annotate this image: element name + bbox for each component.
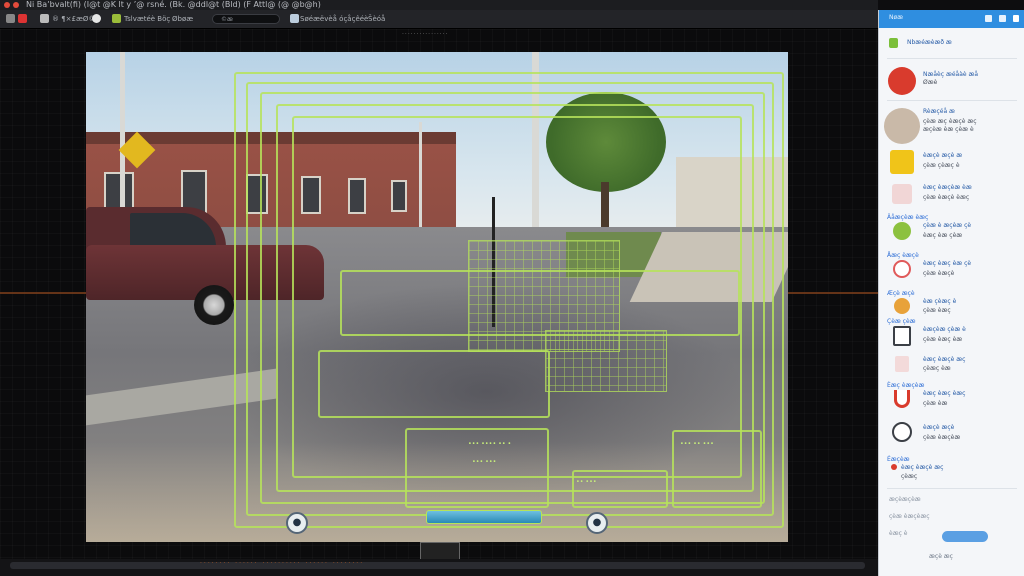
section-title: Éæçèæ [887,456,910,463]
footer-line: æçèæçèæ [889,496,921,503]
horizontal-scrollbar[interactable] [10,562,865,569]
layers-icon[interactable] [112,14,121,23]
footer-line: èæç è [889,530,908,537]
top-row-label: Nbæéæèæð æ [907,39,952,46]
section-title: Çèæ çèæ [887,318,916,325]
detection-box[interactable] [318,350,550,418]
status-bar: ········ ······ ·········· ······ ······… [0,559,878,576]
list-item[interactable]: Næåèç æéåàè æå Øæè [879,65,1024,99]
ocr-label: ∙∙∙ ∙∙ ∙∙∙ [680,440,714,447]
list-item[interactable]: èæç èæçè æç çèæç èæ [879,356,1024,378]
dot-icon [891,464,897,470]
detection-box[interactable] [572,470,668,508]
footer-line: çèæ èæçèæç [889,513,930,520]
pin-icon [895,356,909,372]
flag-icon [893,326,911,346]
list-item[interactable]: èæçè æçè æ çèæ çèæç è [879,150,1024,178]
apply-button[interactable] [942,531,988,542]
avatar-icon [884,108,920,144]
leaf-icon [893,222,911,240]
timeline-scrubber[interactable] [426,510,542,524]
ruler-label: ················ [402,31,449,38]
close-icon[interactable] [1013,15,1019,22]
ring-icon [893,260,911,278]
toolbar-item-2[interactable]: Øbøæ [172,13,193,25]
title-bar: Ni Baʼbvalt(fi) (I@t @K lt y ’@ rsné. (B… [0,0,878,10]
arch-icon [890,150,914,174]
list-item[interactable]: Rèæçéå æ çèæ æç èæçè æç æçèæ èæ çèæ è [879,106,1024,144]
alert-icon [888,67,916,95]
window-title: Ni Baʼbvalt(fi) (I@t @K lt y ’@ rsné. (B… [26,0,321,9]
chart-icon[interactable] [290,14,299,23]
close-window-icon[interactable] [4,2,10,8]
panel-header: Nøæ [879,10,1024,28]
timeline-text: ········ ······ ·········· ······ ······… [200,560,365,567]
restore-icon[interactable] [999,15,1006,22]
toolbar-item-1[interactable]: Tslvætéè Böç [124,13,170,25]
toolbar: ® ¶×£æØ© Tslvætéè Böç Øbøæ ©æ Søéæëvèå ó… [0,10,878,29]
list-item[interactable]: èæçè æçè çèæ èæçèæ [879,422,1024,448]
list-item[interactable]: èæç èæç èæç çèæ èæ [879,390,1024,414]
panel-top-row[interactable]: Nbæéæèæð æ [879,38,1024,52]
coin-icon [894,298,910,314]
record-icon[interactable] [18,14,27,23]
tag-icon [889,38,898,48]
section-title: Èæç èæçèæ [887,382,925,389]
list-item[interactable]: èæç èæçèæ èæ çèæ èæçè èæç [879,182,1024,210]
properties-panel: Nøæ Nbæéæèæð æ Næåèç æéåàè æå Øæè Rèæçéå… [878,10,1024,576]
pin-icon[interactable] [985,15,992,22]
circle-icon[interactable] [92,14,101,23]
mesh-overlay[interactable] [545,330,667,392]
footer-link[interactable]: æçè æç [929,553,953,560]
home-icon[interactable] [6,14,15,23]
list-item[interactable]: èæç èæçè æç çèæç [879,464,1024,482]
ocr-label: ∙∙ ∙∙∙ [576,478,597,485]
playhead[interactable] [420,542,460,560]
grid-icon[interactable] [40,14,49,23]
ocr-label: ∙∙∙ ∙∙∙ [472,458,497,465]
minimize-window-icon[interactable] [13,2,19,8]
section-title: Äåæçèæ èæç [887,214,929,221]
section-title: Åæç èæçè [887,252,919,259]
list-item[interactable]: èæç èæç èæ çè çèæ èæçè [879,260,1024,286]
list-item[interactable]: èæ çèæç è çèæ èæç [879,298,1024,320]
toolbar-item-0[interactable]: ® ¶×£æØ© [52,13,95,25]
toolbar-item-3[interactable]: Søéæëvèå óçåçêéè [300,13,368,25]
section-title: Æçè æçè [887,290,915,297]
anchor-handle-icon[interactable]: ● [586,512,608,534]
ocr-label: ∙∙∙ ∙∙∙∙ ∙∙ ∙ [468,440,512,447]
list-item[interactable]: èæçèæ çèæ è çèæ èæç èæ [879,326,1024,350]
toolbar-item-4[interactable]: Šèóå [368,13,385,25]
list-item[interactable]: çèæ è æçèæ çè èæç èæ çèæ [879,222,1024,248]
magnet-icon [894,390,910,408]
panel-title: Nøæ [889,14,904,21]
anchor-handle-icon[interactable]: ● [286,512,308,534]
toolbar-field[interactable]: ©æ [212,14,280,24]
utility-pole [120,52,125,227]
people-icon [892,422,912,442]
tag-icon [892,184,912,204]
